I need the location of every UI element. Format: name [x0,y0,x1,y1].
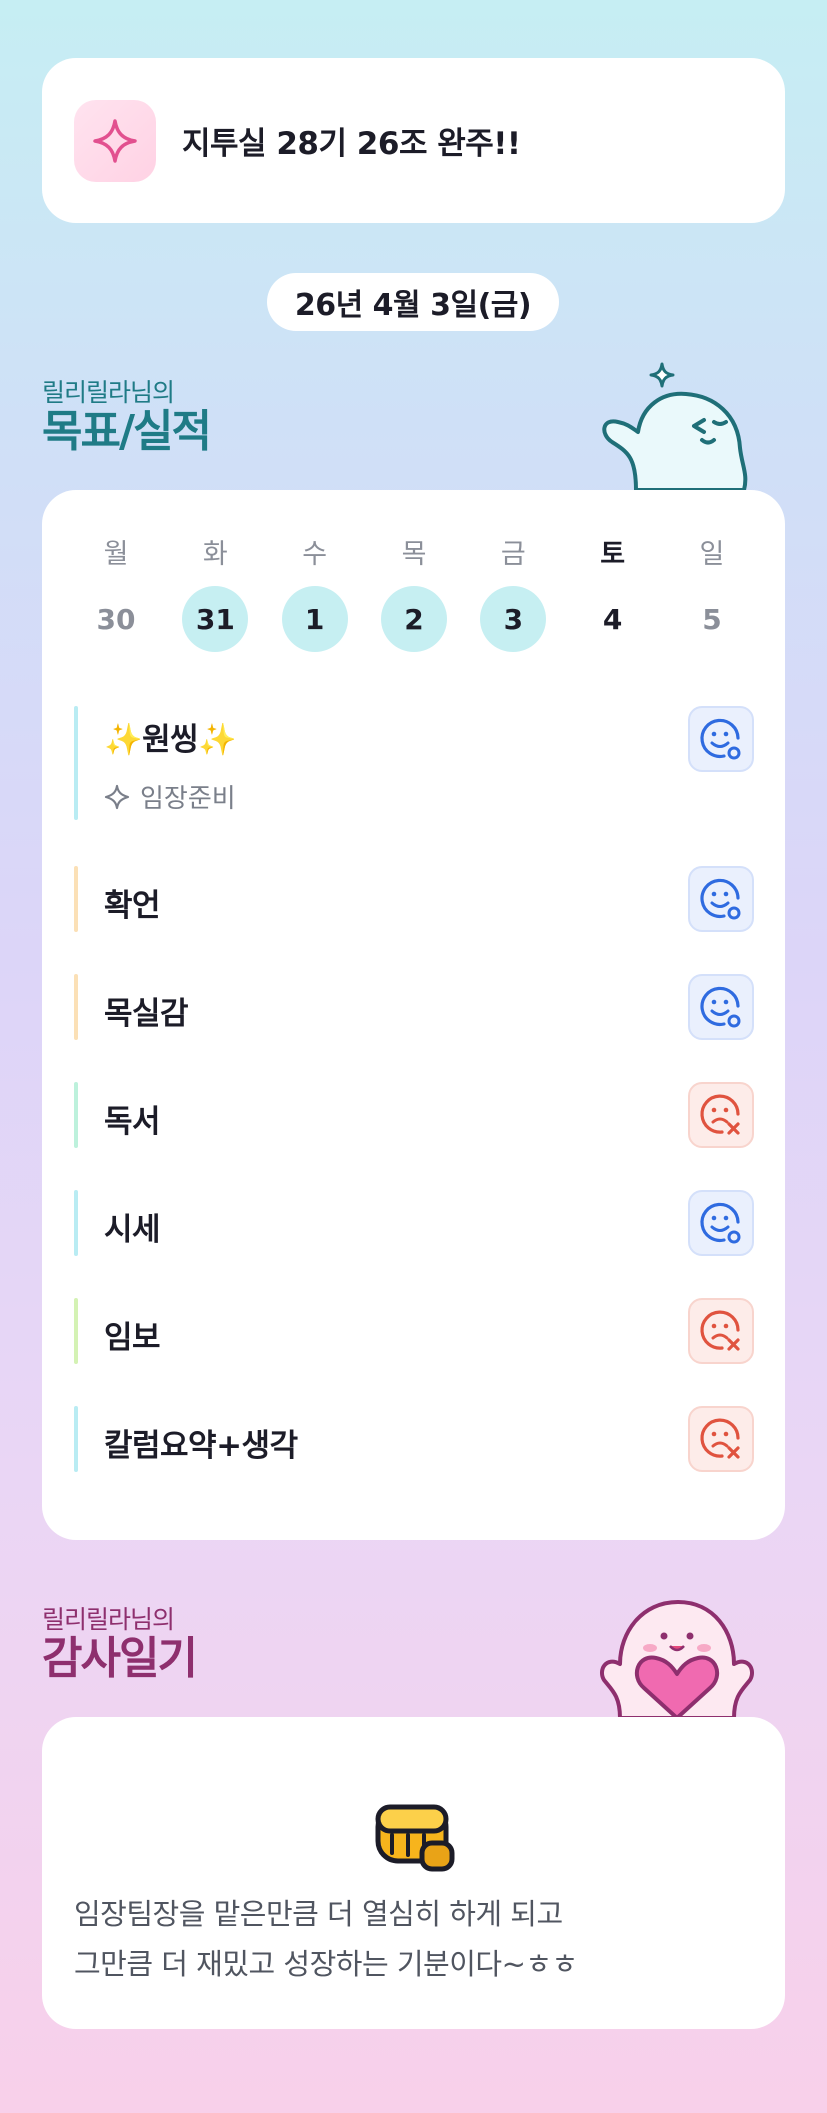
goals-section-subtitle: 릴리릴라님의 [42,378,175,407]
smile-face-icon [700,878,741,920]
smile-face-icon [700,986,741,1028]
day-name: 수 [302,539,328,570]
smile-face-icon [700,1202,741,1244]
sparkle-outline-icon [104,784,130,809]
sparkle-icon [74,99,156,182]
goal-color-bar [74,706,78,820]
goal-color-bar [74,866,78,932]
day-mon[interactable]: 월 30 [82,532,150,652]
day-name: 월 [103,539,129,570]
current-date[interactable]: 26년 4월 3일(금) [267,273,559,331]
day-number: 2 [380,586,447,652]
day-number: 3 [480,586,547,652]
goal-color-bar [74,1082,78,1148]
day-name: 금 [500,539,526,570]
day-number: 5 [702,602,722,636]
status-fail-button[interactable] [688,1082,754,1148]
goal-row-column-summary[interactable]: 칼럼요약+생각 [74,1406,754,1472]
day-tue[interactable]: 화 31 [181,532,249,652]
goal-color-bar [74,1190,78,1256]
goal-label: 임보 [104,1320,161,1356]
ghost-mascot-icon [602,362,748,492]
day-sun[interactable]: 일 5 [678,532,746,652]
sad-face-icon [700,1094,740,1135]
day-name: 토 [600,539,626,570]
goal-label: 확언 [104,888,161,924]
day-number: 4 [602,602,623,636]
goal-row-reading[interactable]: 독서 [74,1082,754,1148]
day-name: 일 [699,539,725,570]
goal-sublabel-text: 임장준비 [140,784,236,814]
day-number: 31 [182,586,249,652]
goals-section-title: 릴리릴라님의 목표/실적 [42,373,212,457]
status-success-button[interactable] [688,1190,754,1256]
smile-face-icon [700,718,741,760]
goal-label: 독서 [104,1104,161,1140]
goals-section-heading: 목표/실적 [42,406,212,457]
goal-row-gratitude[interactable]: 목실감 [74,974,754,1040]
status-fail-button[interactable] [688,1298,754,1364]
status-success-button[interactable] [688,706,754,772]
goal-row-onething[interactable]: ✨원씽✨ 임장준비 [74,706,754,820]
goal-label: 시세 [104,1212,161,1248]
day-name: 화 [202,539,228,570]
day-fri[interactable]: 금 3 [479,532,547,652]
day-thu[interactable]: 목 2 [380,532,448,652]
status-success-button[interactable] [688,974,754,1040]
challenge-banner: 지투실 28기 26조 완주!! [42,58,785,223]
banner-title: 지투실 28기 26조 완주!! [182,126,521,162]
thanks-section-heading: 감사일기 [42,1633,198,1684]
week-calendar: 월 30 화 31 수 1 목 2 금 3 토 4 일 5 [82,532,746,652]
goal-color-bar [74,1298,78,1364]
day-sat[interactable]: 토 4 [579,532,647,652]
gratitude-line-2: 그만큼 더 재밌고 성장하는 기분이다~ㅎㅎ [74,1947,578,1981]
goal-label: 칼럼요약+생각 [104,1428,298,1464]
heart-mascot-icon [600,1600,754,1718]
goal-color-bar [74,974,78,1040]
goal-sublabel: 임장준비 [104,778,236,815]
day-wed[interactable]: 수 1 [281,532,349,652]
status-fail-button[interactable] [688,1406,754,1472]
sad-face-icon [700,1310,740,1351]
goal-color-bar [74,1406,78,1472]
goal-row-report[interactable]: 임보 [74,1298,754,1364]
goal-row-affirmation[interactable]: 확언 [74,866,754,932]
goal-label: 목실감 [104,996,189,1032]
status-success-button[interactable] [688,866,754,932]
day-number: 30 [96,602,136,636]
goal-row-market-price[interactable]: 시세 [74,1190,754,1256]
thanks-section-title: 릴리릴라님의 감사일기 [42,1600,198,1684]
gratitude-card: 임장팀장을 맡은만큼 더 열심히 하게 되고 그만큼 더 재밌고 성장하는 기분… [42,1717,785,2029]
goals-card: 월 30 화 31 수 1 목 2 금 3 토 4 일 5 ✨원씽✨ 임장준비 … [42,490,785,1540]
goal-label: ✨원씽✨ [104,722,237,758]
day-number: 1 [281,586,348,652]
day-name: 목 [401,539,427,570]
fist-icon [375,1804,455,1872]
sad-face-icon [700,1418,740,1459]
thanks-section-subtitle: 릴리릴라님의 [42,1605,175,1634]
gratitude-line-1: 임장팀장을 맡은만큼 더 열심히 하게 되고 [74,1897,563,1931]
gratitude-text: 임장팀장을 맡은만큼 더 열심히 하게 되고 그만큼 더 재밌고 성장하는 기분… [74,1889,754,1989]
